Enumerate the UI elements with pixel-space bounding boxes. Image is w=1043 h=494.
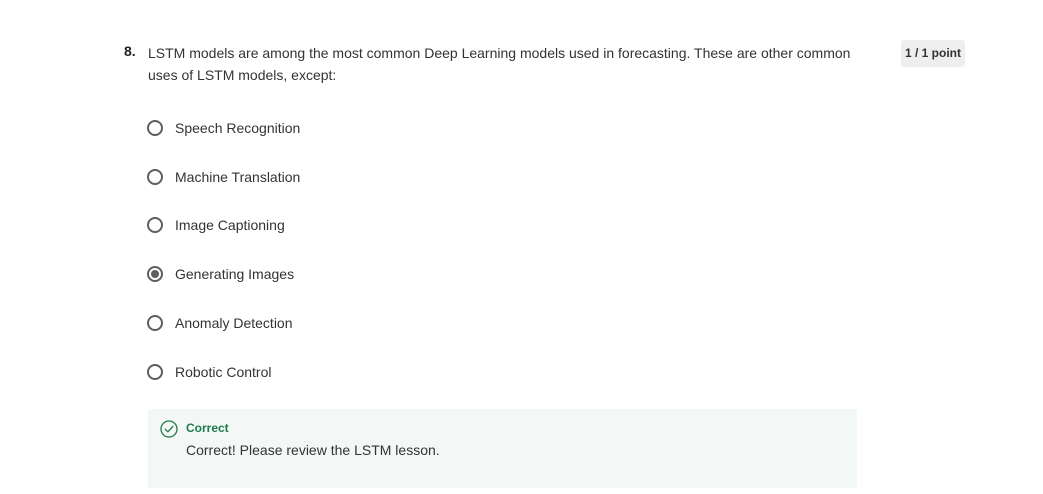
check-circle-icon [160, 420, 178, 438]
option-robotic-control[interactable]: Robotic Control [147, 360, 272, 384]
radio-button[interactable] [147, 169, 163, 185]
radio-button[interactable] [147, 364, 163, 380]
radio-button[interactable] [147, 217, 163, 233]
option-label: Anomaly Detection [175, 315, 293, 331]
option-label: Image Captioning [175, 217, 285, 233]
radio-button[interactable] [147, 120, 163, 136]
option-generating-images[interactable]: Generating Images [147, 262, 294, 286]
option-anomaly-detection[interactable]: Anomaly Detection [147, 311, 293, 335]
feedback-message: Correct! Please review the LSTM lesson. [186, 442, 440, 458]
option-speech-recognition[interactable]: Speech Recognition [147, 116, 300, 140]
option-label: Speech Recognition [175, 120, 301, 136]
feedback-title: Correct [186, 421, 229, 435]
feedback-panel: Correct Correct! Please review the LSTM … [148, 409, 857, 488]
points-badge: 1 / 1 point [901, 40, 966, 67]
option-label: Machine Translation [175, 169, 301, 185]
question-text: LSTM models are among the most common De… [148, 45, 851, 83]
option-image-captioning[interactable]: Image Captioning [147, 213, 285, 237]
option-label: Generating Images [175, 266, 295, 282]
question-number: 8. [124, 43, 136, 59]
radio-button[interactable] [147, 315, 163, 331]
radio-button-selected[interactable] [147, 266, 163, 282]
option-machine-translation[interactable]: Machine Translation [147, 165, 300, 189]
option-label: Robotic Control [175, 364, 272, 380]
